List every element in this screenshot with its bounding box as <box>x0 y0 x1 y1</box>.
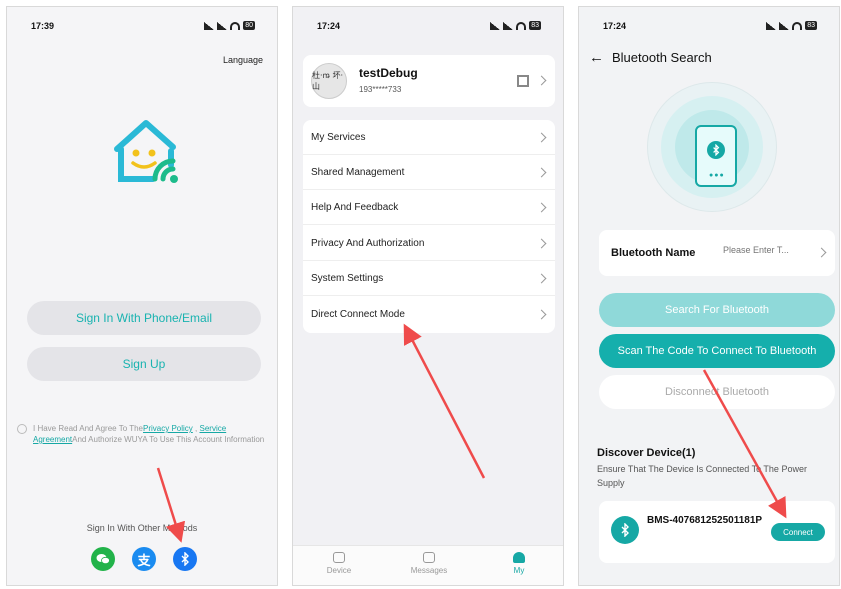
connect-button[interactable]: Connect <box>771 523 825 541</box>
menu-item-shared-management[interactable]: Shared Management <box>303 155 555 190</box>
privacy-policy-link[interactable]: Privacy Policy <box>143 424 193 433</box>
menu-item-label: Privacy And Authorization <box>311 238 425 249</box>
bluetooth-name-input[interactable] <box>723 245 811 255</box>
profile-card[interactable]: 杜·ꬺ 坏·山 testDebug 193*****733 <box>303 55 555 107</box>
status-time: 17:24 <box>317 21 341 31</box>
wifi-icon <box>792 21 803 30</box>
tab-label: Messages <box>410 566 448 575</box>
menu-item-label: System Settings <box>311 273 384 284</box>
menu-item-label: My Services <box>311 132 366 143</box>
loading-dots-icon: ●●● <box>709 172 725 179</box>
wechat-icon[interactable] <box>91 547 115 571</box>
messages-icon <box>423 552 435 563</box>
signal-icon <box>490 21 501 30</box>
settings-menu: My Services Shared Management Help And F… <box>303 120 555 333</box>
agree-suffix: And Authorize WUYA To Use This Account I… <box>72 435 265 444</box>
sign-up-button[interactable]: Sign Up <box>27 347 261 381</box>
language-link[interactable]: Language <box>223 55 263 65</box>
bluetooth-name-label: Bluetooth Name <box>611 247 696 259</box>
menu-item-label: Direct Connect Mode <box>311 309 405 320</box>
user-phone: 193*****733 <box>359 85 402 94</box>
agree-prefix: I Have Read And Agree To The <box>33 424 144 433</box>
menu-item-direct-connect-mode[interactable]: Direct Connect Mode <box>303 297 555 332</box>
discover-device-title: Discover Device(1) <box>597 447 696 459</box>
chevron-right-icon <box>536 132 547 143</box>
chevron-right-icon <box>816 247 827 258</box>
back-arrow-icon[interactable]: ← <box>589 49 604 66</box>
agree-comma: , <box>192 424 198 433</box>
sign-in-phone-email-button[interactable]: Sign In With Phone/Email <box>27 301 261 335</box>
scan-code-button[interactable]: Scan The Code To Connect To Bluetooth <box>599 334 835 368</box>
chevron-right-icon <box>536 309 547 320</box>
signal-icon <box>204 21 215 30</box>
device-icon <box>333 552 345 563</box>
wifi-icon <box>230 21 241 30</box>
menu-item-privacy-authorization[interactable]: Privacy And Authorization <box>303 226 555 261</box>
status-icons: 80 <box>204 21 255 30</box>
status-icons: 83 <box>490 21 541 30</box>
my-screen: 17:24 83 杜·ꬺ 坏·山 testDebug 193*****733 M… <box>292 6 564 586</box>
chevron-right-icon <box>536 238 547 249</box>
tab-device[interactable]: Device <box>309 552 369 575</box>
agree-radio[interactable] <box>17 424 27 434</box>
page-title: Bluetooth Search <box>612 50 712 65</box>
bluetooth-icon <box>611 516 639 544</box>
tab-label: My <box>513 566 525 575</box>
chevron-right-icon <box>536 75 547 86</box>
alipay-icon[interactable]: 支 <box>132 547 156 571</box>
header: ← Bluetooth Search <box>589 49 712 66</box>
tab-label: Device <box>326 566 352 575</box>
signal-icon <box>217 21 228 30</box>
menu-item-help-feedback[interactable]: Help And Feedback <box>303 190 555 225</box>
menu-item-label: Help And Feedback <box>311 202 399 213</box>
status-bar: 17:24 83 <box>579 21 839 35</box>
search-bluetooth-button[interactable]: Search For Bluetooth <box>599 293 835 327</box>
menu-item-system-settings[interactable]: System Settings <box>303 261 555 296</box>
tab-messages[interactable]: Messages <box>399 552 459 575</box>
bluetooth-icon <box>707 141 725 159</box>
menu-item-my-services[interactable]: My Services <box>303 120 555 155</box>
agreement-text: I Have Read And Agree To ThePrivacy Poli… <box>17 423 267 445</box>
avatar: 杜·ꬺ 坏·山 <box>311 63 347 99</box>
status-bar: 17:24 83 <box>293 21 563 35</box>
status-icons: 83 <box>766 21 817 30</box>
user-name: testDebug <box>359 66 418 80</box>
chevron-right-icon <box>536 273 547 284</box>
bluetooth-name-row[interactable]: Bluetooth Name <box>599 230 835 276</box>
disconnect-bluetooth-button[interactable]: Disconnect Bluetooth <box>599 375 835 409</box>
bluetooth-search-screen: 17:24 83 ← Bluetooth Search ●●● Bluetoot… <box>578 6 840 586</box>
status-time: 17:39 <box>31 21 55 31</box>
status-time: 17:24 <box>603 21 627 31</box>
chevron-right-icon <box>536 202 547 213</box>
device-name: BMS-407681252501181P <box>647 515 763 526</box>
bluetooth-login-icon[interactable] <box>173 547 197 571</box>
signal-icon <box>779 21 790 30</box>
discover-device-subtitle: Ensure That The Device Is Connected To T… <box>597 464 807 488</box>
other-methods-label: Sign In With Other Methods <box>86 523 198 533</box>
battery-icon: 83 <box>529 21 541 30</box>
device-card: BMS-407681252501181P Connect <box>599 501 835 563</box>
signal-icon <box>766 21 777 30</box>
tab-my[interactable]: My <box>489 552 549 575</box>
menu-item-label: Shared Management <box>311 167 405 178</box>
bottom-tab-bar: Device Messages My <box>293 545 563 585</box>
battery-icon: 83 <box>805 21 817 30</box>
status-bar: 17:39 80 <box>7 21 277 35</box>
wifi-icon <box>516 21 527 30</box>
qr-code-icon[interactable] <box>517 75 529 87</box>
signal-icon <box>503 21 514 30</box>
battery-icon: 80 <box>243 21 255 30</box>
user-icon <box>513 552 525 563</box>
phone-bluetooth-icon: ●●● <box>695 125 737 187</box>
login-screen: 17:39 80 Language Sign In With Phone/Ema… <box>6 6 278 586</box>
chevron-right-icon <box>536 167 547 178</box>
home-logo-icon <box>114 120 178 183</box>
